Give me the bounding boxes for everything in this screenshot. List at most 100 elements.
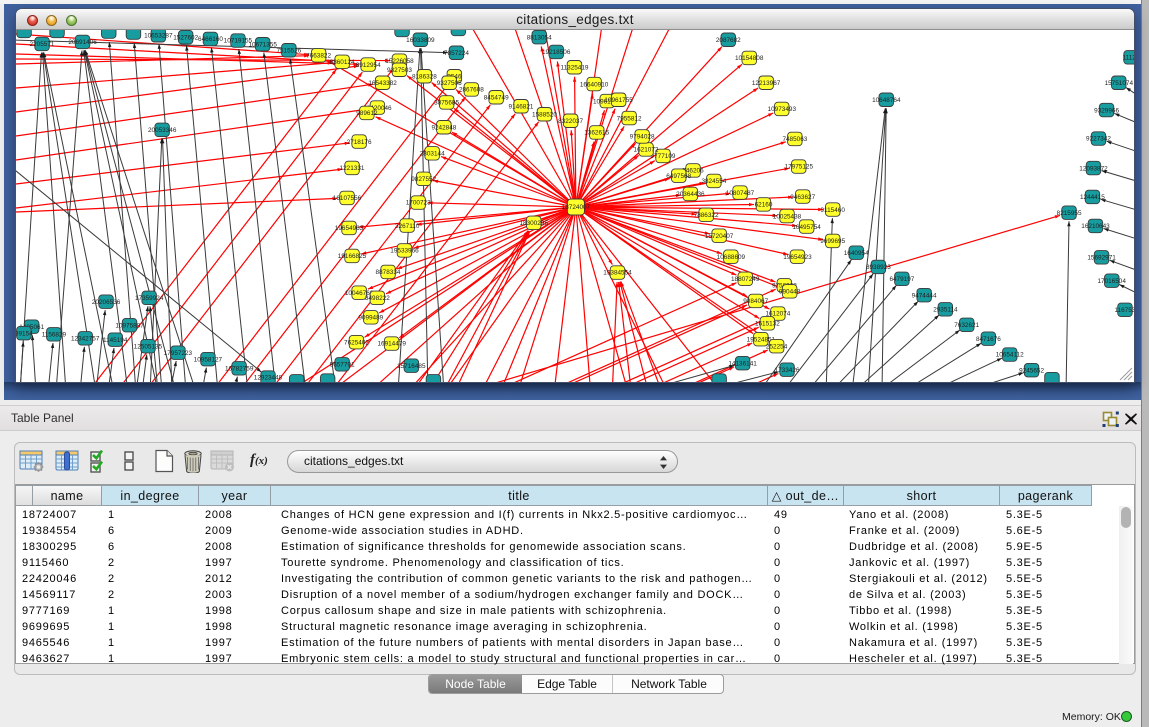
svg-text:8938923: 8938923	[866, 264, 891, 271]
svg-text:6479197: 6479197	[889, 276, 914, 283]
svg-text:2087682: 2087682	[716, 37, 741, 44]
svg-text:12093872: 12093872	[1079, 165, 1108, 172]
svg-text:18300295: 18300295	[519, 220, 548, 227]
svg-text:1156829: 1156829	[42, 332, 67, 339]
svg-text:1527602: 1527602	[173, 34, 198, 41]
svg-text:8860124: 8860124	[330, 59, 355, 66]
svg-text:1640954: 1640954	[844, 250, 869, 257]
svg-text:11325419: 11325419	[561, 64, 589, 71]
svg-text:9794028: 9794028	[630, 134, 655, 141]
svg-text:16914479: 16914479	[377, 341, 406, 348]
svg-text:12213967: 12213967	[752, 80, 781, 87]
svg-text:10975887: 10975887	[115, 322, 144, 329]
svg-text:16033809: 16033809	[406, 37, 435, 44]
svg-text:2867608: 2867608	[459, 87, 484, 94]
svg-text:20364436: 20364436	[676, 191, 705, 198]
svg-text:2205571: 2205571	[30, 41, 55, 48]
svg-text:16543382: 16543382	[368, 80, 397, 87]
svg-text:9657791: 9657791	[330, 362, 355, 369]
svg-text:9699695: 9699695	[820, 238, 845, 245]
svg-text:20206536: 20206536	[92, 299, 121, 306]
svg-text:9474444: 9474444	[912, 292, 937, 299]
svg-text:7663822: 7663822	[306, 53, 331, 60]
svg-text:10654112: 10654112	[996, 352, 1024, 359]
svg-text:7857224: 7857224	[444, 50, 469, 57]
svg-text:9242848: 9242848	[431, 124, 456, 131]
svg-text:9329966: 9329966	[1094, 107, 1119, 114]
svg-text:1733426: 1733426	[775, 367, 800, 374]
svg-text:12342757: 12342757	[71, 336, 100, 343]
svg-text:17359924: 17359924	[135, 295, 164, 302]
svg-text:19384554: 19384554	[603, 270, 632, 277]
svg-text:10973493: 10973493	[768, 106, 797, 113]
svg-text:19654923: 19654923	[783, 254, 812, 261]
svg-text:16210643: 16210643	[1081, 223, 1110, 230]
svg-text:6466160: 6466160	[198, 36, 223, 43]
svg-text:10025438: 10025438	[773, 213, 802, 220]
svg-text:3498222: 3498222	[365, 295, 390, 302]
svg-text:7515526: 7515526	[276, 47, 301, 54]
svg-text:1244415: 1244415	[1080, 194, 1105, 201]
svg-text:62160: 62160	[755, 202, 773, 209]
svg-text:8215955: 8215955	[1057, 210, 1082, 217]
svg-text:15751074: 15751074	[1105, 80, 1134, 87]
svg-text:10961755: 10961755	[604, 97, 633, 104]
svg-text:2803144: 2803144	[420, 151, 445, 158]
svg-text:10958127: 10958127	[194, 356, 223, 363]
svg-text:20691406: 20691406	[68, 39, 97, 46]
svg-text:9245652: 9245652	[1019, 367, 1044, 374]
svg-text:8471676: 8471676	[976, 336, 1001, 343]
svg-text:14136141: 14136141	[728, 360, 757, 367]
svg-text:7632621: 7632621	[954, 322, 979, 329]
svg-text:1700723: 1700723	[406, 200, 431, 207]
svg-text:9146821: 9146821	[509, 104, 534, 111]
svg-text:19218506: 19218506	[542, 49, 571, 56]
svg-text:16782759: 16782759	[225, 366, 254, 373]
svg-text:6497568: 6497568	[666, 173, 691, 180]
svg-text:8454749: 8454749	[484, 94, 509, 101]
svg-text:16495754: 16495754	[792, 224, 821, 231]
svg-text:12505135: 12505135	[134, 343, 163, 350]
svg-text:20053346: 20053346	[148, 127, 177, 134]
svg-text:2718176: 2718176	[347, 139, 372, 146]
svg-text:19533966: 19533966	[390, 248, 419, 255]
svg-text:15692971: 15692971	[1087, 255, 1116, 262]
svg-text:252254: 252254	[766, 343, 788, 350]
svg-text:2935114: 2935114	[933, 307, 958, 314]
svg-text:7485063: 7485063	[782, 136, 807, 143]
svg-text:15716485: 15716485	[397, 363, 426, 370]
svg-text:10653287: 10653287	[144, 33, 173, 40]
svg-text:17957223: 17957223	[164, 350, 193, 357]
svg-text:1145194: 1145194	[103, 337, 128, 344]
svg-text:8813054: 8813054	[527, 34, 552, 41]
svg-text:1362615: 1362615	[584, 130, 609, 137]
svg-text:19654963: 19654963	[335, 225, 364, 232]
svg-text:1588520: 1588520	[532, 111, 557, 118]
svg-text:10688609: 10688609	[717, 254, 746, 261]
svg-text:17975125: 17975125	[785, 164, 814, 171]
svg-text:10648764: 10648764	[872, 97, 901, 104]
svg-text:9777109: 9777109	[651, 153, 676, 160]
svg-text:990448: 990448	[779, 289, 801, 296]
svg-text:8878334: 8878334	[376, 269, 401, 276]
svg-text:7625402: 7625402	[344, 339, 369, 346]
svg-text:3824554: 3824554	[701, 178, 726, 185]
svg-text:7955812: 7955812	[617, 115, 642, 122]
svg-text:10807487: 10807487	[726, 190, 755, 197]
svg-text:989612: 989612	[356, 110, 378, 117]
svg-text:39154: 39154	[16, 330, 33, 337]
svg-text:18807249: 18807249	[731, 276, 760, 283]
svg-text:18724007: 18724007	[562, 204, 591, 211]
svg-text:19166825: 19166825	[338, 253, 367, 260]
svg-text:9099489: 9099489	[358, 315, 383, 322]
svg-text:3875685: 3875685	[434, 100, 459, 107]
svg-text:9463627: 9463627	[790, 194, 815, 201]
svg-text:12923448: 12923448	[254, 375, 283, 382]
svg-text:9115460: 9115460	[820, 207, 845, 214]
svg-text:3267110: 3267110	[395, 223, 420, 230]
svg-text:9084067: 9084067	[743, 298, 768, 305]
svg-text:9227342: 9227342	[1086, 136, 1111, 143]
svg-text:7886322: 7886322	[694, 212, 719, 219]
svg-text:10671355: 10671355	[248, 41, 277, 48]
svg-text:16640910: 16640910	[580, 81, 609, 88]
